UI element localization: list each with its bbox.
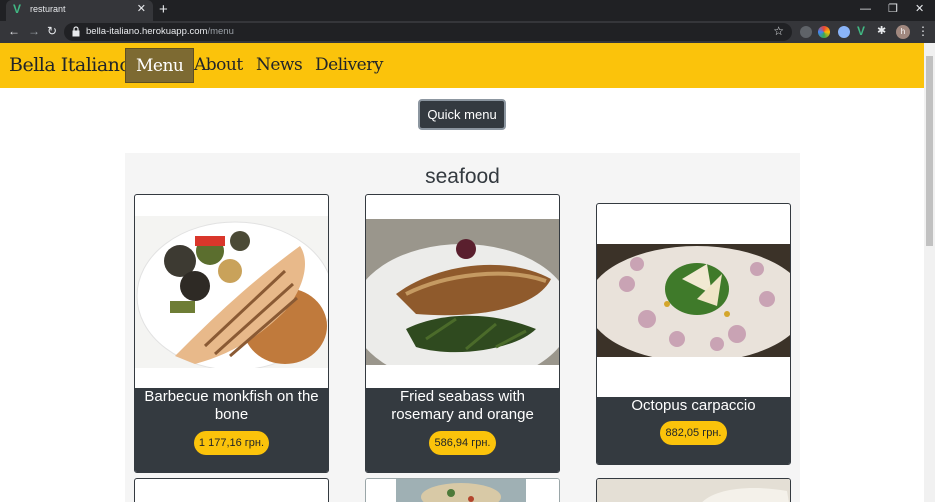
- maximize-icon[interactable]: ❐: [888, 2, 898, 16]
- url-text: bella-italiano.herokuapp.com/menu: [86, 26, 234, 37]
- menu-section-seafood: seafood Barbecue monkfish on the bone 1 …: [125, 153, 800, 502]
- lock-icon: [72, 26, 80, 37]
- scrollbar-thumb[interactable]: [926, 56, 933, 246]
- dish-card[interactable]: [134, 478, 329, 502]
- dish-card[interactable]: Barbecue monkfish on the bone 1 177,16 г…: [134, 194, 329, 473]
- dish-image-octopus: [597, 244, 790, 357]
- bookmark-star-icon[interactable]: ☆: [773, 24, 784, 38]
- card-body: Octopus carpaccio 882,05 грн.: [597, 397, 790, 464]
- nav-link-delivery[interactable]: Delivery: [305, 48, 393, 83]
- close-tab-icon[interactable]: ✕: [137, 3, 146, 15]
- extension-move-icon[interactable]: [800, 26, 812, 38]
- dish-card[interactable]: [596, 478, 791, 502]
- forward-icon[interactable]: →: [28, 24, 40, 38]
- price-badge: 586,94 грн.: [429, 431, 496, 455]
- minimize-icon[interactable]: —: [860, 2, 871, 16]
- tab-title: resturant: [30, 4, 66, 14]
- dish-card[interactable]: Fried seabass with rosemary and orange 5…: [365, 194, 560, 473]
- vue-devtools-icon[interactable]: V: [857, 25, 869, 37]
- quick-menu-button[interactable]: Quick menu: [418, 99, 506, 130]
- extension-color-icon[interactable]: [818, 26, 830, 38]
- dish-name: Octopus carpaccio: [631, 397, 756, 414]
- dish-image-partial: [597, 479, 790, 502]
- dish-image-seabass: [366, 219, 559, 365]
- reload-icon[interactable]: ↻: [47, 24, 57, 38]
- browser-tab[interactable]: V resturant ✕: [6, 0, 153, 21]
- close-window-icon[interactable]: ✕: [915, 2, 924, 16]
- extensions-puzzle-icon[interactable]: ✱: [877, 25, 889, 37]
- card-body: Barbecue monkfish on the bone 1 177,16 г…: [135, 388, 328, 472]
- page-scrollbar[interactable]: [924, 43, 935, 502]
- price-badge: 882,05 грн.: [660, 421, 727, 445]
- nav-link-about[interactable]: About: [184, 48, 253, 83]
- price-badge: 1 177,16 грн.: [194, 431, 269, 455]
- site-navbar: Bella Italiano Menu About News Delivery: [0, 43, 924, 88]
- section-title: seafood: [425, 165, 500, 188]
- back-icon[interactable]: ←: [8, 24, 20, 38]
- avatar[interactable]: h: [896, 25, 910, 39]
- card-body: Fried seabass with rosemary and orange 5…: [366, 388, 559, 472]
- browser-menu-icon[interactable]: ⋮: [917, 24, 929, 38]
- dish-name: Fried seabass with rosemary and orange: [391, 388, 534, 423]
- nav-link-news[interactable]: News: [246, 48, 312, 83]
- dish-card[interactable]: [365, 478, 560, 502]
- dish-image-partial: [366, 479, 559, 502]
- extension-blue-icon[interactable]: [838, 26, 850, 38]
- new-tab-icon[interactable]: +: [159, 1, 168, 19]
- vue-favicon-icon: V: [13, 2, 22, 16]
- browser-tab-strip: V resturant ✕ + — ❐ ✕: [0, 0, 935, 21]
- dish-card[interactable]: Octopus carpaccio 882,05 грн.: [596, 203, 791, 465]
- dish-name: Barbecue monkfish on the bone: [144, 388, 319, 423]
- brand-logo[interactable]: Bella Italiano: [9, 54, 131, 76]
- address-bar[interactable]: bella-italiano.herokuapp.com/menu ☆: [64, 23, 792, 41]
- dish-image-monkfish: [135, 216, 328, 368]
- browser-toolbar: ← → ↻ bella-italiano.herokuapp.com/menu …: [0, 21, 935, 43]
- page-viewport: Bella Italiano Menu About News Delivery …: [0, 43, 924, 502]
